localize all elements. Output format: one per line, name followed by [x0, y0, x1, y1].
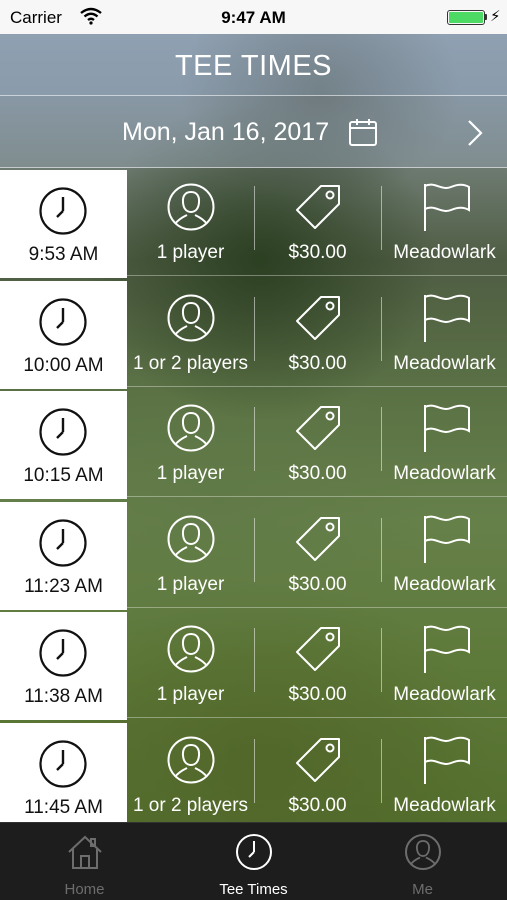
price-tag-icon — [296, 185, 340, 229]
tee-time-row[interactable]: 10:15 AM 1 player $30.00 Meadowlark — [0, 389, 507, 499]
price-cell: $30.00 — [254, 279, 381, 387]
player-icon — [167, 515, 215, 562]
course-label: Meadowlark — [393, 794, 496, 816]
flag-icon — [424, 404, 470, 452]
course-label: Meadowlark — [393, 684, 496, 705]
flag-icon — [424, 294, 470, 342]
clock-icon — [39, 187, 87, 235]
course-cell: Meadowlark — [381, 721, 507, 823]
user-icon — [405, 834, 441, 870]
flag-icon — [424, 736, 470, 784]
status-bar: Carrier 9:47 AM ⚡ — [0, 0, 507, 34]
flag-icon — [424, 625, 470, 673]
price-label: $30.00 — [288, 242, 347, 263]
players-label: 1 or 2 players — [132, 352, 249, 374]
tee-time-row[interactable]: 11:45 AM 1 or 2 players $30.00 Meadowlark — [0, 721, 507, 823]
players-label: 1 player — [156, 684, 225, 705]
tee-time-label: 11:38 AM — [24, 686, 103, 707]
clock-icon — [39, 408, 87, 456]
price-tag-icon — [296, 737, 340, 782]
course-cell: Meadowlark — [381, 168, 507, 276]
price-tag-icon — [296, 516, 340, 561]
players-cell: 1 player — [127, 610, 254, 718]
tee-time-row[interactable]: 11:38 AM 1 player $30.00 Meadowlark — [0, 610, 507, 720]
clock-icon — [39, 518, 87, 567]
clock-icon — [39, 739, 87, 788]
course-label: Meadowlark — [393, 242, 496, 263]
clock-icon — [236, 834, 272, 870]
tee-time-row[interactable]: 9:53 AM 1 player $30.00 Meadowlark — [0, 168, 507, 278]
price-label: $30.00 — [288, 573, 347, 595]
course-cell: Meadowlark — [381, 610, 507, 718]
course-label: Meadowlark — [393, 573, 496, 595]
players-label: 1 player — [156, 463, 225, 484]
price-tag-icon — [296, 627, 340, 671]
tee-time-list[interactable]: 9:53 AM 1 player $30.00 Meadowlark 10:00 AM 1… — [0, 168, 507, 822]
players-label: 1 player — [156, 242, 225, 263]
clock-icon — [39, 297, 87, 346]
price-tag-icon — [296, 406, 340, 450]
tab-home-label: Home — [64, 881, 105, 898]
flag-icon — [424, 183, 470, 231]
course-cell: Meadowlark — [381, 500, 507, 608]
players-label: 1 or 2 players — [132, 794, 249, 816]
tab-tee-times[interactable]: Tee Times — [169, 823, 338, 900]
tee-time-row[interactable]: 11:23 AM 1 player $30.00 Meadowlark — [0, 500, 507, 610]
time-cell[interactable]: 9:53 AM — [0, 170, 127, 278]
time-cell[interactable]: 10:15 AM — [0, 391, 127, 499]
tee-time-label: 11:23 AM — [24, 575, 103, 597]
time-cell[interactable]: 10:00 AM — [0, 280, 127, 389]
home-icon — [68, 835, 102, 869]
players-cell: 1 player — [127, 168, 254, 276]
time-cell[interactable]: 11:38 AM — [0, 612, 127, 720]
player-icon — [167, 736, 215, 783]
flag-icon — [424, 515, 470, 563]
price-cell: $30.00 — [254, 500, 381, 608]
tab-tee-times-label: Tee Times — [219, 881, 288, 898]
tab-bar: Home Tee Times Me — [0, 822, 507, 900]
player-icon — [167, 183, 215, 231]
course-label: Meadowlark — [393, 463, 496, 484]
time-cell[interactable]: 11:23 AM — [0, 501, 127, 610]
selected-date[interactable]: Mon, Jan 16, 2017 — [122, 118, 329, 147]
calendar-icon[interactable] — [348, 117, 378, 147]
player-icon — [167, 294, 215, 341]
date-selector[interactable]: Mon, Jan 16, 2017 — [0, 96, 507, 168]
price-cell: $30.00 — [254, 610, 381, 718]
battery-icon — [447, 10, 485, 25]
tab-me[interactable]: Me — [338, 823, 507, 900]
clock-icon — [39, 629, 87, 677]
tee-time-label: 11:45 AM — [24, 796, 103, 818]
player-icon — [167, 404, 215, 452]
players-cell: 1 player — [127, 389, 254, 497]
price-tag-icon — [296, 295, 340, 340]
tee-time-row[interactable]: 10:00 AM 1 or 2 players $30.00 Meadowlark — [0, 279, 507, 389]
price-label: $30.00 — [288, 463, 347, 484]
price-label: $30.00 — [288, 684, 347, 705]
price-cell: $30.00 — [254, 721, 381, 823]
status-time: 9:47 AM — [221, 8, 286, 27]
players-cell: 1 or 2 players — [127, 721, 254, 823]
time-cell[interactable]: 11:45 AM — [0, 722, 127, 822]
page-title: TEE TIMES — [0, 34, 507, 96]
battery-tip — [485, 14, 487, 20]
course-label: Meadowlark — [393, 352, 496, 374]
price-cell: $30.00 — [254, 168, 381, 276]
price-label: $30.00 — [288, 352, 347, 374]
chevron-right-icon[interactable] — [463, 118, 487, 148]
players-label: 1 player — [156, 573, 225, 595]
players-cell: 1 or 2 players — [127, 279, 254, 387]
tee-time-label: 10:00 AM — [23, 354, 104, 376]
tab-home[interactable]: Home — [0, 823, 169, 900]
tab-me-label: Me — [412, 881, 433, 898]
tee-time-label: 9:53 AM — [28, 244, 99, 265]
players-cell: 1 player — [127, 500, 254, 608]
price-label: $30.00 — [288, 794, 347, 816]
charging-icon: ⚡ — [490, 8, 501, 25]
tee-time-label: 10:15 AM — [23, 465, 104, 486]
course-cell: Meadowlark — [381, 279, 507, 387]
player-icon — [167, 625, 215, 673]
course-cell: Meadowlark — [381, 389, 507, 497]
price-cell: $30.00 — [254, 389, 381, 497]
